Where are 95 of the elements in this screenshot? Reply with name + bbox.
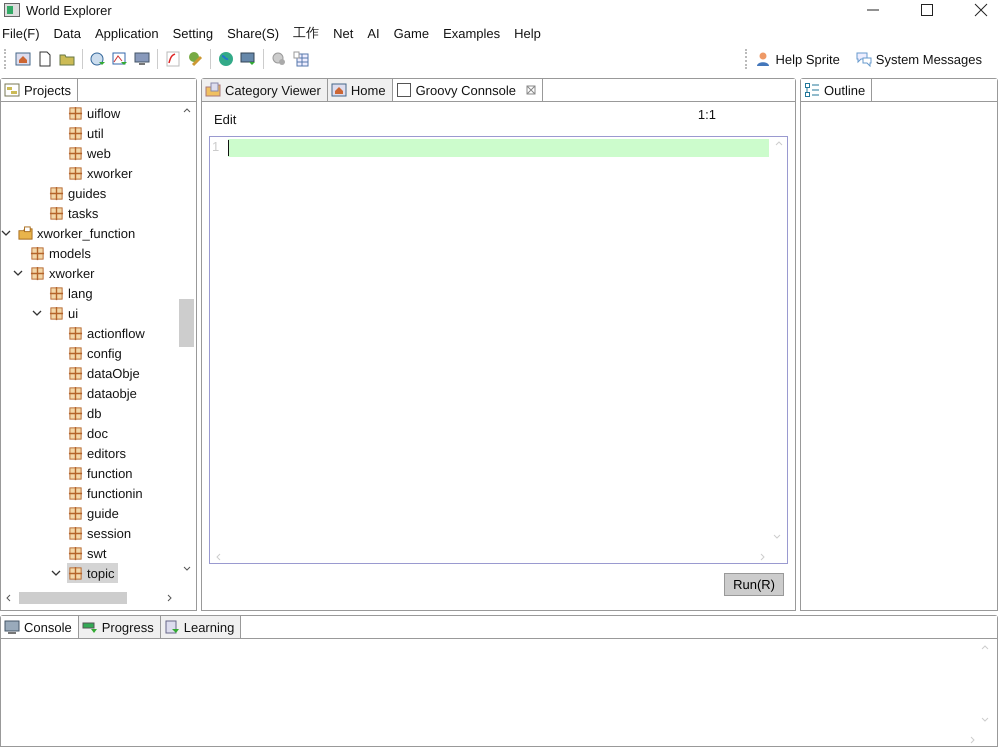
chart-icon[interactable] bbox=[112, 51, 128, 67]
tree-item[interactable]: doc bbox=[67, 423, 112, 443]
tree-item[interactable]: xworker bbox=[29, 263, 99, 283]
tree-item[interactable]: actionflow bbox=[67, 323, 149, 343]
scroll-left-icon[interactable] bbox=[6, 594, 11, 602]
monitor-icon[interactable] bbox=[134, 51, 150, 67]
tree-item[interactable]: topic bbox=[67, 563, 118, 583]
menu-item[interactable]: AI bbox=[367, 26, 380, 40]
package-icon bbox=[68, 126, 83, 140]
tree-item[interactable]: session bbox=[67, 523, 136, 543]
tree-item[interactable]: lang bbox=[48, 283, 97, 303]
menu-item[interactable]: Game bbox=[394, 26, 430, 40]
home-icon[interactable] bbox=[15, 51, 31, 67]
package-icon bbox=[68, 526, 83, 540]
package-icon bbox=[68, 566, 83, 580]
package-icon bbox=[68, 466, 83, 480]
package-icon bbox=[68, 346, 83, 360]
tree-item[interactable]: xworker_function bbox=[17, 223, 140, 243]
package-icon bbox=[68, 386, 83, 400]
monitor-icon[interactable] bbox=[240, 51, 256, 67]
tree-item[interactable]: uiflow bbox=[67, 103, 124, 123]
tree-item[interactable]: util bbox=[67, 123, 108, 143]
editor-tab[interactable]: Category Viewer bbox=[202, 79, 328, 101]
run-button[interactable]: Run(R) bbox=[724, 573, 784, 596]
tree-item[interactable]: xworker bbox=[67, 163, 137, 183]
menu-item[interactable]: 工作 bbox=[293, 24, 320, 42]
package-icon bbox=[68, 406, 83, 420]
chat-icon bbox=[856, 51, 872, 67]
tree-item[interactable]: functionin bbox=[67, 483, 147, 503]
tree-item[interactable]: db bbox=[67, 403, 106, 423]
package-icon bbox=[49, 206, 64, 220]
tree-item[interactable]: tasks bbox=[48, 203, 102, 223]
tree-item[interactable]: dataObje bbox=[67, 363, 144, 383]
window-title: World Explorer bbox=[26, 2, 112, 18]
person-icon bbox=[755, 51, 772, 67]
package-icon bbox=[68, 546, 83, 560]
package-icon bbox=[68, 166, 83, 180]
folder-icon bbox=[18, 226, 33, 240]
package-icon bbox=[68, 426, 83, 440]
new-file-icon[interactable] bbox=[37, 51, 53, 67]
menu-item[interactable]: File(F) bbox=[2, 26, 40, 40]
scroll-right-icon[interactable] bbox=[167, 594, 172, 602]
toolbar-link[interactable]: System Messages bbox=[856, 51, 982, 67]
menu-item[interactable]: Net bbox=[333, 26, 354, 40]
tree-item[interactable]: swt bbox=[67, 543, 110, 563]
tree-item[interactable]: web bbox=[67, 143, 115, 163]
package-icon bbox=[49, 306, 64, 320]
menu-item[interactable]: Data bbox=[54, 26, 82, 40]
tree-item[interactable]: guide bbox=[67, 503, 123, 523]
app-icon bbox=[4, 3, 20, 17]
scrollbar-thumb[interactable] bbox=[19, 592, 127, 604]
package-icon bbox=[68, 506, 83, 520]
script-icon[interactable] bbox=[165, 51, 181, 67]
menu-item[interactable]: Examples bbox=[443, 26, 500, 40]
package-icon bbox=[30, 246, 45, 260]
close-icon[interactable] bbox=[974, 3, 988, 17]
menu-item[interactable]: Application bbox=[95, 26, 159, 40]
cursor-position: 1:1 bbox=[698, 106, 716, 122]
blank-page-icon bbox=[396, 82, 412, 98]
edit-menu[interactable]: Edit bbox=[214, 112, 236, 126]
menu-item[interactable]: Setting bbox=[172, 26, 214, 40]
editor-tab[interactable]: Home bbox=[328, 79, 393, 101]
outline-icon bbox=[804, 82, 820, 98]
view-tab[interactable]: Learning bbox=[160, 616, 242, 638]
scroll-up-icon[interactable] bbox=[183, 108, 191, 113]
tree-item[interactable]: editors bbox=[67, 443, 130, 463]
view-tab[interactable]: Progress bbox=[78, 616, 161, 638]
monitor-icon bbox=[4, 619, 20, 635]
scrollbar-thumb[interactable] bbox=[179, 299, 194, 347]
tree-item[interactable]: dataobje bbox=[67, 383, 141, 403]
package-icon bbox=[49, 186, 64, 200]
package-icon bbox=[68, 106, 83, 120]
package-icon bbox=[68, 446, 83, 460]
menu-item[interactable]: Help bbox=[514, 26, 541, 40]
table-icon[interactable] bbox=[293, 51, 309, 67]
maximize-icon[interactable] bbox=[920, 3, 934, 17]
toolbar-link[interactable]: Help Sprite bbox=[755, 51, 840, 67]
editor-tab[interactable]: Groovy Connsole bbox=[392, 79, 544, 101]
folder-icon bbox=[205, 82, 221, 98]
tree-item[interactable]: models bbox=[29, 243, 95, 263]
menu-item[interactable]: Share(S) bbox=[227, 26, 280, 40]
tree-item[interactable]: guides bbox=[48, 183, 110, 203]
tree-item[interactable]: config bbox=[67, 343, 126, 363]
package-icon bbox=[49, 286, 64, 300]
package-icon bbox=[30, 266, 45, 280]
tree-item[interactable]: ui bbox=[48, 303, 82, 323]
package-icon bbox=[68, 486, 83, 500]
globe-icon[interactable] bbox=[218, 51, 234, 67]
package-icon bbox=[68, 326, 83, 340]
home-icon bbox=[330, 82, 347, 98]
package-icon bbox=[68, 366, 83, 380]
tree-item[interactable]: function bbox=[67, 463, 137, 483]
projects-icon bbox=[4, 82, 20, 98]
package-icon bbox=[68, 146, 83, 160]
scroll-down-icon[interactable] bbox=[183, 566, 191, 571]
